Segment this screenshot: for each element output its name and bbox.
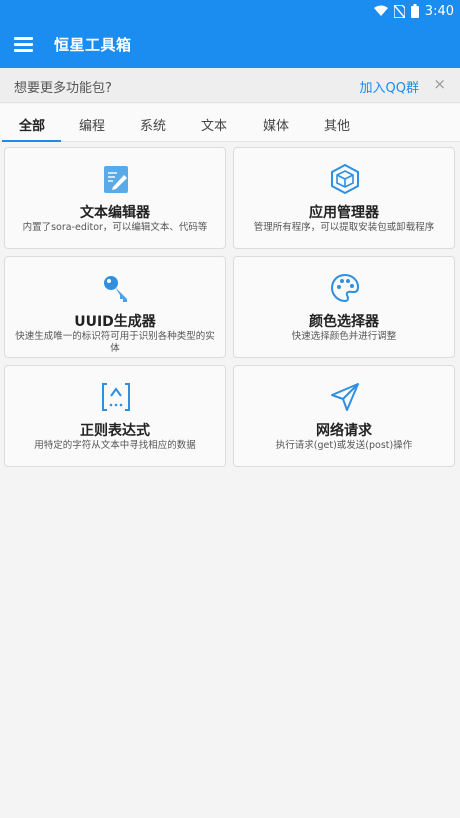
tool-title: UUID生成器 bbox=[74, 314, 156, 330]
text-editor-icon bbox=[104, 166, 128, 193]
tool-card-network-request[interactable]: 网络请求 执行请求(get)或发送(post)操作 bbox=[233, 365, 455, 467]
tool-description: 内置了sora-editor，可以编辑文本、代码等 bbox=[22, 222, 208, 233]
status-bar: 3:40 bbox=[0, 0, 460, 22]
tool-description: 执行请求(get)或发送(post)操作 bbox=[275, 440, 413, 451]
tool-title: 正则表达式 bbox=[80, 423, 150, 439]
tab-other[interactable]: 其他 bbox=[307, 115, 367, 134]
color-palette-icon bbox=[330, 273, 360, 303]
tab-text[interactable]: 文本 bbox=[184, 115, 244, 134]
network-send-icon bbox=[331, 383, 359, 411]
tool-card-uuid-generator[interactable]: UUID生成器 快速生成唯一的标识符可用于识别各种类型的实体 bbox=[4, 256, 226, 358]
tab-indicator bbox=[2, 140, 61, 142]
no-sim-icon bbox=[393, 4, 405, 18]
tool-title: 应用管理器 bbox=[309, 205, 379, 221]
category-tabs: 全部 编程 系统 文本 媒体 其他 bbox=[0, 104, 460, 142]
tab-programming[interactable]: 编程 bbox=[62, 115, 122, 134]
uuid-key-icon bbox=[104, 276, 127, 302]
app-bar: 恒星工具箱 bbox=[0, 22, 460, 68]
wifi-icon bbox=[373, 5, 388, 16]
battery-icon bbox=[410, 4, 419, 18]
tab-media[interactable]: 媒体 bbox=[246, 115, 306, 134]
regex-icon bbox=[102, 383, 130, 411]
tool-description: 快速选择颜色并进行调整 bbox=[291, 331, 397, 342]
tool-description: 用特定的字符从文本中寻找相应的数据 bbox=[34, 440, 196, 451]
tab-system[interactable]: 系统 bbox=[123, 115, 183, 134]
tool-title: 网络请求 bbox=[316, 423, 372, 439]
status-time: 3:40 bbox=[424, 3, 454, 19]
tool-title: 颜色选择器 bbox=[309, 314, 379, 330]
app-title: 恒星工具箱 bbox=[54, 36, 132, 54]
tool-description: 管理所有程序，可以提取安装包或卸载程序 bbox=[253, 222, 435, 233]
banner-text: 想要更多功能包? bbox=[14, 81, 112, 96]
promo-banner: 想要更多功能包? 加入QQ群 × bbox=[0, 68, 460, 103]
tool-card-app-manager[interactable]: 应用管理器 管理所有程序，可以提取安装包或卸载程序 bbox=[233, 147, 455, 249]
tool-card-text-editor[interactable]: 文本编辑器 内置了sora-editor，可以编辑文本、代码等 bbox=[4, 147, 226, 249]
app-manager-cube-icon bbox=[331, 164, 359, 194]
join-qq-group-link[interactable]: 加入QQ群 bbox=[360, 77, 419, 96]
tool-card-color-picker[interactable]: 颜色选择器 快速选择颜色并进行调整 bbox=[233, 256, 455, 358]
close-icon[interactable]: × bbox=[433, 75, 446, 93]
tab-all[interactable]: 全部 bbox=[2, 115, 62, 134]
hamburger-menu-icon[interactable] bbox=[14, 34, 34, 54]
tool-title: 文本编辑器 bbox=[80, 205, 150, 221]
tool-description: 快速生成唯一的标识符可用于识别各种类型的实体 bbox=[15, 331, 215, 354]
tool-card-regex[interactable]: 正则表达式 用特定的字符从文本中寻找相应的数据 bbox=[4, 365, 226, 467]
